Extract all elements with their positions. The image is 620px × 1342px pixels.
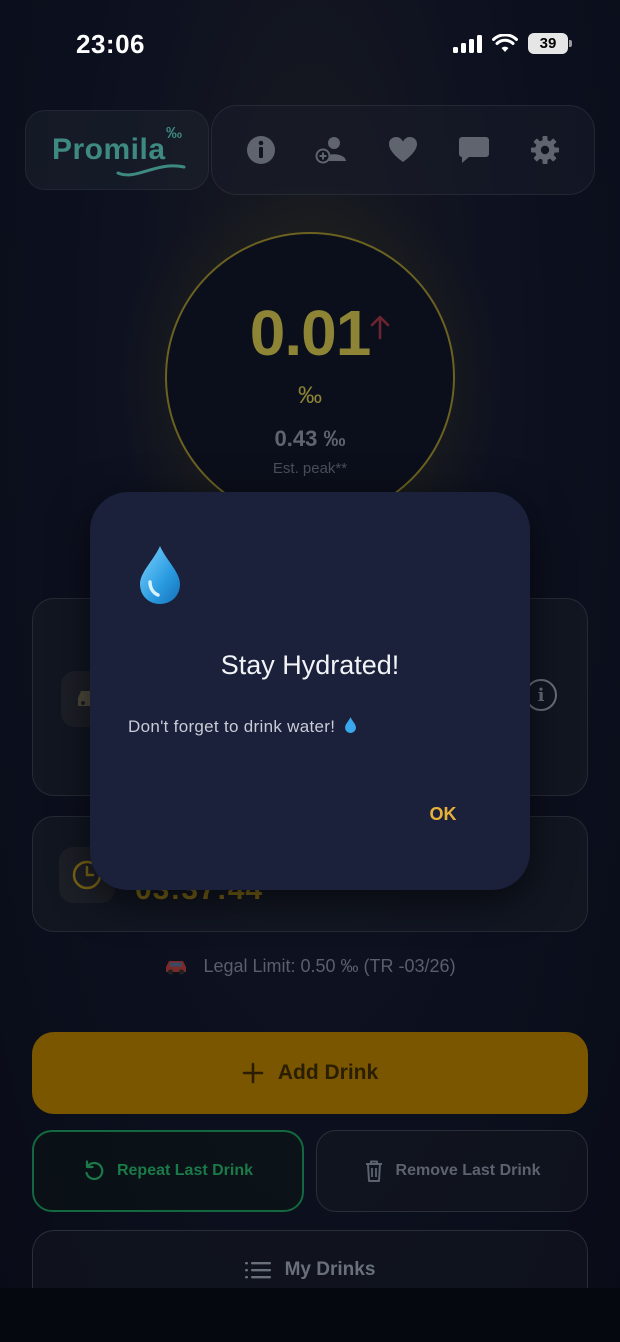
logo: Promila ‰ — [25, 110, 209, 190]
bac-gauge: 0.01 ‰ 0.43 ‰ Est. peak** — [165, 232, 455, 522]
status-bar: 23:06 39 — [0, 0, 620, 90]
repeat-icon — [85, 1160, 104, 1181]
battery-icon: 39 — [528, 33, 572, 54]
remove-last-drink-label: Remove Last Drink — [395, 1162, 541, 1179]
dialog-message: Don't forget to drink water! — [128, 716, 357, 737]
hydration-dialog: Stay Hydrated! Don't forget to drink wat… — [90, 492, 530, 890]
gear-icon — [530, 136, 559, 164]
bac-unit: ‰ — [298, 382, 322, 409]
favorites-button[interactable] — [381, 128, 425, 172]
water-drop-icon — [345, 717, 357, 733]
bottom-edge — [0, 1288, 620, 1342]
peak-value: 0.43 ‰ — [274, 426, 346, 451]
signal-icon — [453, 34, 482, 53]
legal-limit: Legal Limit: 0.50 ‰ (TR -03/26) — [0, 956, 620, 977]
car-icon — [166, 961, 187, 975]
remove-last-drink-button[interactable]: Remove Last Drink — [316, 1130, 588, 1212]
status-icons: 39 — [453, 33, 572, 54]
list-icon — [244, 1261, 271, 1278]
plus-icon — [242, 1062, 264, 1084]
water-drop-icon — [140, 546, 180, 604]
peak-label: Est. peak** — [272, 460, 348, 477]
settings-button[interactable] — [523, 128, 567, 172]
status-time: 23:06 — [76, 29, 145, 59]
bac-value: 0.01 — [249, 297, 372, 369]
dialog-ok-button[interactable]: OK — [416, 796, 470, 832]
dialog-title: Stay Hydrated! — [220, 650, 400, 680]
add-drink-label: Add Drink — [277, 1061, 379, 1084]
add-drink-button[interactable]: Add Drink — [32, 1032, 588, 1114]
logo-permille: ‰ — [166, 125, 182, 142]
trash-icon — [365, 1160, 382, 1182]
add-user-button[interactable] — [310, 128, 354, 172]
heart-icon — [388, 137, 417, 162]
chat-icon — [458, 137, 489, 163]
repeat-last-drink-button[interactable]: Repeat Last Drink — [32, 1130, 304, 1212]
app-screen: 23:06 39 Promila ‰ 0.01 ‰ 0.43 ‰ Est. pe… — [0, 0, 620, 1342]
battery-level: 39 — [539, 35, 557, 52]
info-icon — [247, 136, 276, 164]
wifi-icon — [492, 33, 518, 52]
dialog-message-text: Don't forget to drink water! — [128, 717, 336, 736]
logo-swoosh-icon — [116, 164, 186, 177]
add-user-icon — [315, 137, 347, 164]
repeat-last-drink-label: Repeat Last Drink — [116, 1162, 254, 1179]
legal-limit-text: Legal Limit: 0.50 ‰ (TR -03/26) — [203, 956, 456, 976]
info-button[interactable] — [239, 128, 283, 172]
top-nav — [211, 105, 595, 195]
chat-button[interactable] — [452, 128, 496, 172]
trend-up-icon — [370, 315, 390, 340]
my-drinks-label: My Drinks — [284, 1258, 376, 1280]
